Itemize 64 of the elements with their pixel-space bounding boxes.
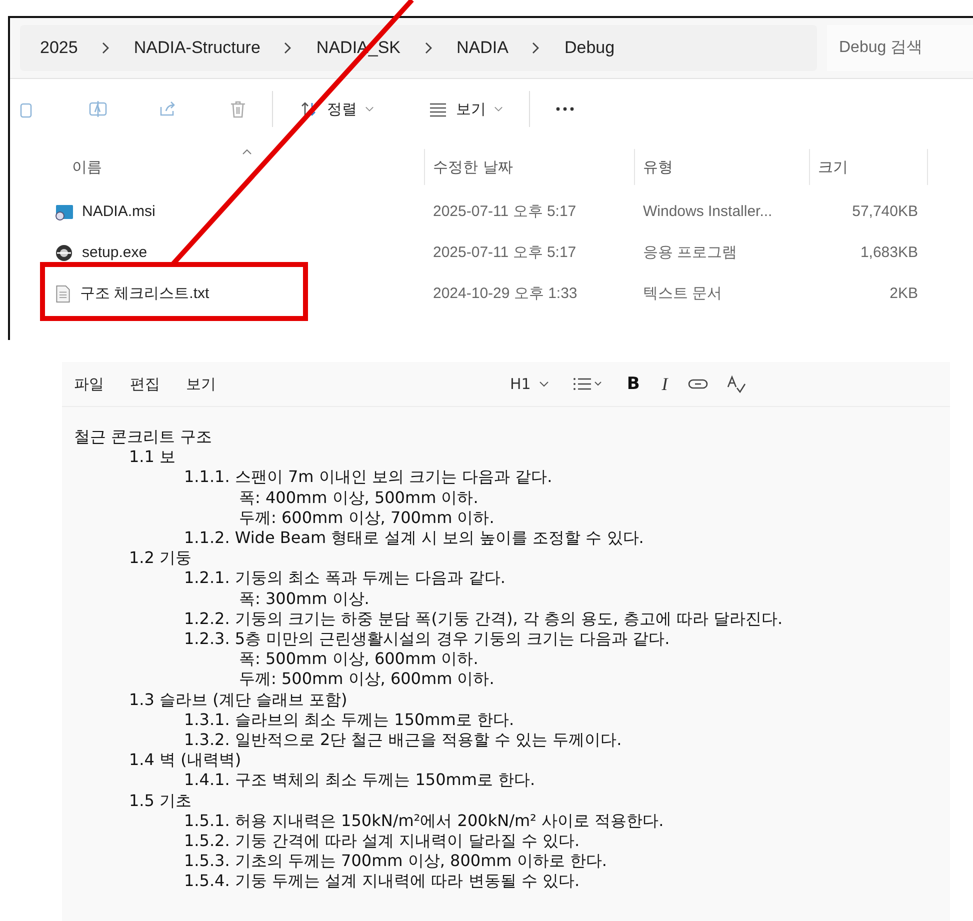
document-line: 1.4 벽 (내력벽) (129, 750, 242, 770)
file-date: 2024-10-29 오후 1:33 (432, 284, 578, 303)
column-header[interactable]: 크기 (810, 149, 928, 185)
menu-item[interactable]: 편집 (124, 370, 166, 398)
chevron-icon (102, 42, 110, 54)
document-line: 1.5.1. 허용 지내력은 150kN/m²에서 200kN/m² 사이로 적용한다. (184, 810, 664, 832)
document-line: 1.4.1. 구조 벽체의 최소 두께는 150mm로 한다. (184, 770, 536, 791)
caret-icon (494, 106, 503, 112)
document-line: 1.3.1. 슬라브의 최소 두께는 150mm로 한다. (184, 710, 514, 730)
document-line: 1.1.2. Wide Beam 형태로 설계 시 보의 높이를 조정할 수 있다. (184, 528, 644, 548)
column-header[interactable]: 유형 (635, 149, 810, 185)
document-line: 1.5 기초 (129, 790, 192, 811)
document-line: 1.1.1. 스팬이 7m 이내인 보의 크기는 다음과 같다. (184, 467, 552, 488)
document-line: 폭: 500mm 이상, 600mm 이하. (239, 649, 478, 670)
italic-button[interactable]: I (660, 372, 670, 396)
sort-button[interactable]: 정렬 (297, 95, 376, 123)
document-line: 1.2.1. 기둥의 최소 폭과 두께는 다음과 같다. (184, 568, 506, 589)
sort-up-icon (242, 149, 252, 155)
document-line: 1.2.3. 5층 미만의 근린생활시설의 경우 기둥의 크기는 다음과 같다. (184, 629, 670, 650)
document-line: 1.5.2. 기둥 간격에 따라 설계 지내력이 달라질 수 있다. (184, 831, 580, 852)
bold-button[interactable]: B (624, 372, 642, 396)
column-header[interactable]: 이름 (18, 149, 425, 185)
document-line: 1.3.2. 일반적으로 2단 철근 배근을 적용할 수 있는 두께이다. (184, 730, 622, 750)
document-line: 두께: 500mm 이상, 600mm 이하. (239, 669, 494, 690)
column-header[interactable]: 수정한 날짜 (425, 149, 635, 185)
menu-item[interactable]: 보기 (180, 370, 222, 398)
breadcrumb-item[interactable]: 2025 (40, 38, 78, 58)
chevron-icon (424, 42, 433, 54)
file-name[interactable]: NADIA.msi (82, 203, 156, 220)
document-icon (54, 284, 72, 304)
breadcrumb-item[interactable]: Debug (564, 38, 615, 58)
caret-icon (365, 106, 374, 112)
search-field[interactable]: Debug 검색 (827, 25, 973, 71)
file-size: 1,683KB (859, 244, 919, 261)
file-size: 57,740KB (851, 203, 919, 220)
chevron-icon (284, 42, 292, 54)
document-line: 1.2.2. 기둥의 크기는 하중 분담 폭(기둥 간격), 각 층의 용도, 층고에 따라 달라진다. (184, 608, 783, 630)
file-type: Windows Installer... (642, 203, 774, 220)
chevron-icon (532, 42, 540, 54)
link-icon[interactable] (688, 378, 708, 390)
more-icon[interactable] (554, 106, 576, 112)
breadcrumb-item[interactable]: NADIA-Structure (134, 38, 260, 58)
document-line: 철근 콘크리트 구조 (74, 427, 212, 448)
spellcheck-icon[interactable] (726, 374, 746, 394)
document-line: 1.2 기둥 (129, 548, 192, 568)
document-line: 1.5.3. 기초의 두께는 700mm 이상, 800mm 이하로 한다. (184, 851, 607, 872)
document-line: 1.5.4. 기둥 두께는 설계 지내력에 따라 변동될 수 있다. (184, 871, 580, 892)
heading-dropdown[interactable]: H1 (508, 373, 551, 395)
document-line: 1.1 보 (129, 447, 176, 468)
file-date: 2025-07-11 오후 5:17 (432, 243, 578, 262)
caret-icon (538, 381, 549, 387)
document-line: 두께: 600mm 이상, 700mm 이하. (239, 508, 494, 528)
menu-item[interactable]: 파일 (68, 370, 110, 398)
file-date: 2025-07-11 오후 5:17 (432, 202, 578, 221)
document-line: 폭: 300mm 이상. (239, 588, 370, 609)
file-name[interactable]: setup.exe (82, 244, 148, 261)
view-button[interactable]: 보기 (426, 95, 505, 123)
document-line: 폭: 400mm 이상, 500mm 이하. (239, 488, 478, 508)
file-type: 응용 프로그램 (642, 243, 738, 262)
file-size: 2KB (888, 285, 919, 302)
file-type: 텍스트 문서 (642, 284, 724, 303)
breadcrumb-item[interactable]: NADIA (456, 38, 508, 58)
file-name[interactable]: 구조 체크리스트.txt (80, 284, 210, 303)
document-line: 1.3 슬라브 (계단 슬래브 포함) (129, 690, 348, 710)
